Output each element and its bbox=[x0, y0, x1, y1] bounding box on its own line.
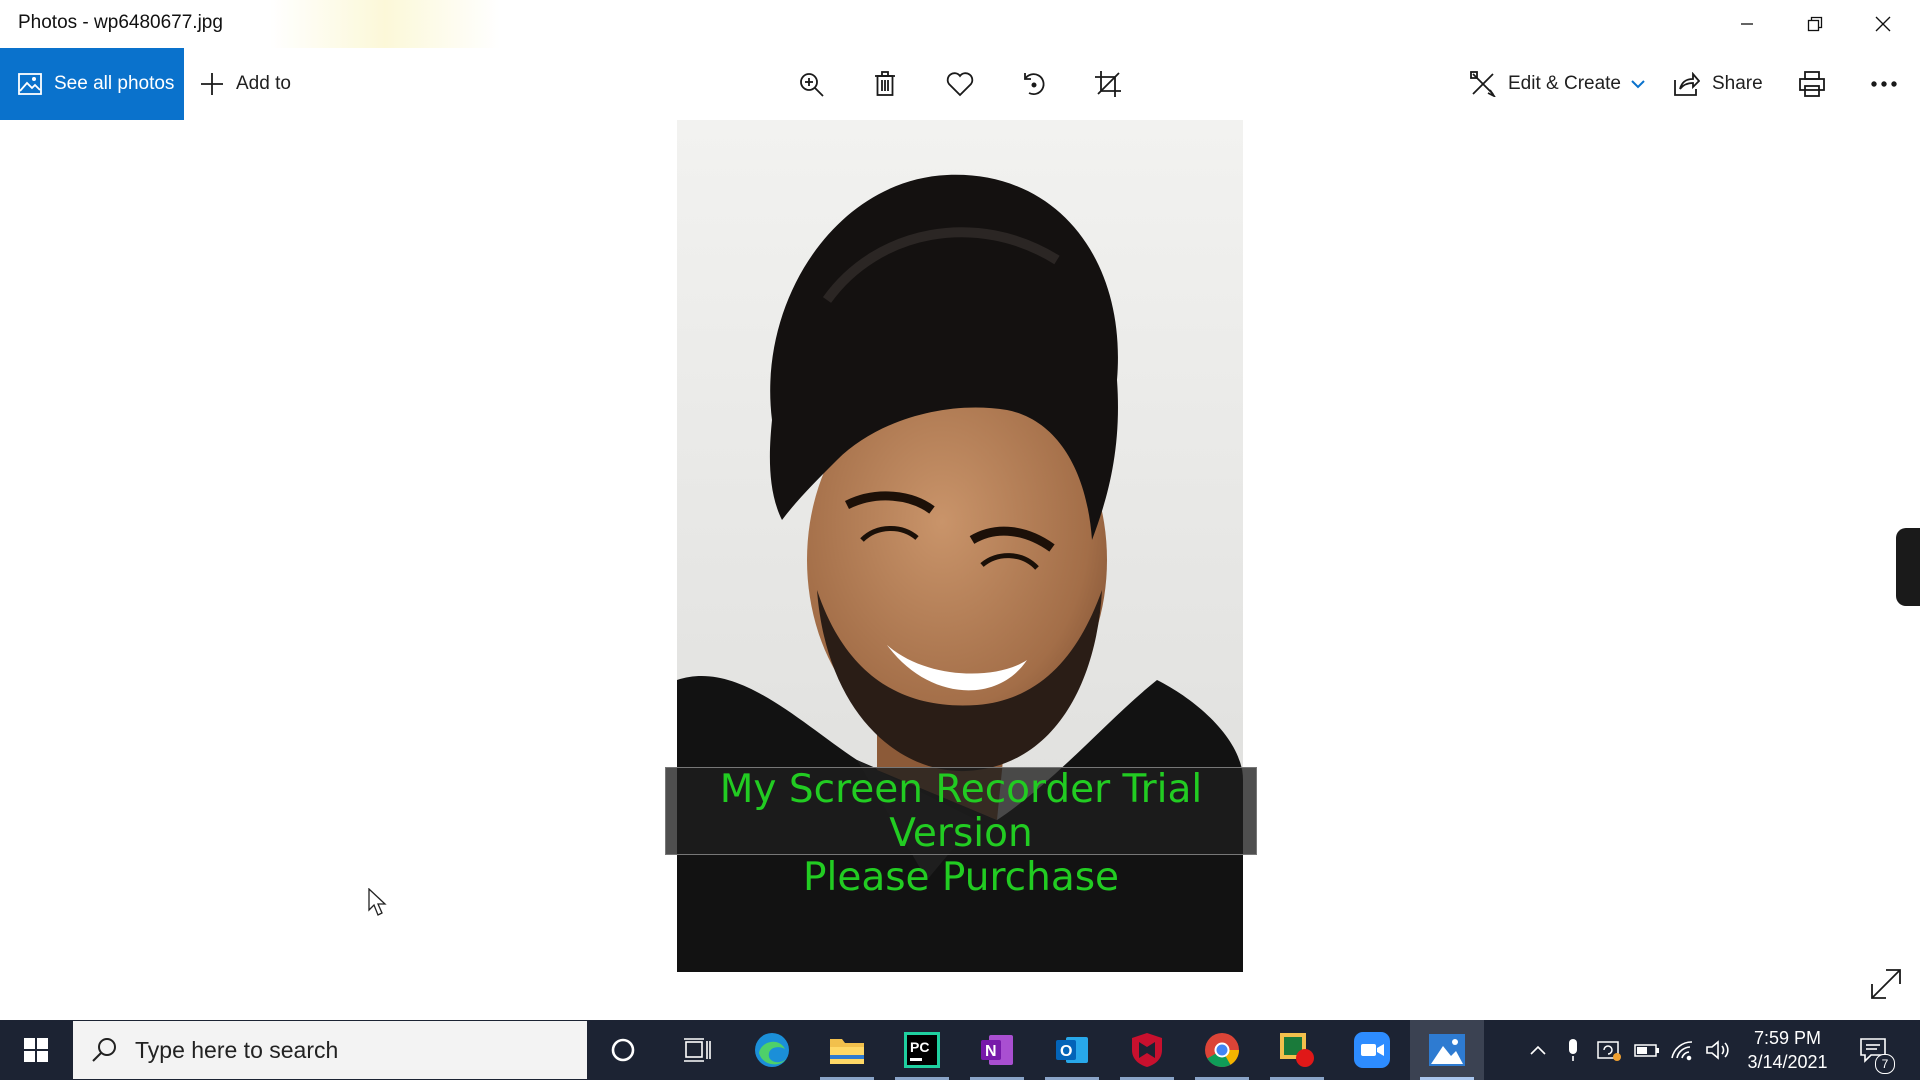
favorite-heart-icon bbox=[946, 72, 974, 97]
sync-status-icon bbox=[1597, 1041, 1621, 1061]
mouse-cursor bbox=[368, 887, 390, 923]
minimize-icon bbox=[1741, 23, 1753, 25]
rotate-icon bbox=[1024, 73, 1045, 96]
trial-watermark: My Screen Recorder Trial Version Please … bbox=[665, 767, 1257, 900]
window-title: Photos - wp6480677.jpg bbox=[18, 12, 223, 33]
taskbar: Type here to search PC N O 7:59 PM 3/14/… bbox=[0, 1020, 1920, 1080]
wifi-icon bbox=[1671, 1041, 1693, 1061]
crop-icon bbox=[1095, 71, 1121, 97]
outlook-app[interactable]: O bbox=[1035, 1020, 1109, 1080]
screen-recorder-icon bbox=[1280, 1033, 1314, 1067]
more-options-icon bbox=[1871, 81, 1897, 87]
pycharm-app[interactable]: PC bbox=[885, 1020, 959, 1080]
see-all-photos-button[interactable]: See all photos bbox=[0, 48, 184, 120]
microphone-icon bbox=[1569, 1039, 1577, 1061]
windows-logo-icon bbox=[24, 1038, 48, 1062]
delete-icon bbox=[875, 71, 895, 96]
network-tray[interactable] bbox=[1666, 1020, 1700, 1080]
close-button[interactable] bbox=[1849, 0, 1917, 48]
onenote-icon-label: N bbox=[985, 1043, 997, 1060]
zoom-icon bbox=[1354, 1032, 1390, 1068]
see-all-photos-label: See all photos bbox=[54, 73, 175, 94]
chevron-down-icon bbox=[1631, 80, 1645, 89]
zoom-button[interactable] bbox=[781, 48, 841, 120]
file-explorer-app[interactable] bbox=[810, 1020, 884, 1080]
pycharm-icon-label: PC bbox=[910, 1039, 929, 1055]
search-placeholder: Type here to search bbox=[135, 1036, 339, 1063]
title-bar: Photos - wp6480677.jpg bbox=[0, 0, 1920, 48]
zoom-app[interactable] bbox=[1335, 1020, 1409, 1080]
start-button[interactable] bbox=[0, 1020, 72, 1080]
crop-button[interactable] bbox=[1078, 48, 1138, 120]
add-to-button[interactable]: Add to bbox=[200, 48, 291, 120]
rotate-button[interactable] bbox=[1004, 48, 1064, 120]
restore-button[interactable] bbox=[1781, 0, 1849, 48]
chrome-icon bbox=[1205, 1033, 1239, 1067]
plus-icon bbox=[201, 73, 223, 95]
battery-tray[interactable] bbox=[1630, 1020, 1664, 1080]
file-explorer-icon bbox=[830, 1039, 864, 1064]
volume-icon bbox=[1706, 1040, 1729, 1060]
clock-time: 7:59 PM bbox=[1753, 1028, 1822, 1048]
chevron-up-icon bbox=[1530, 1045, 1546, 1055]
restore-icon bbox=[1807, 16, 1823, 32]
edit-create-button[interactable]: Edit & Create bbox=[1470, 48, 1645, 120]
edit-create-label: Edit & Create bbox=[1508, 73, 1621, 94]
action-center-button[interactable]: 7 bbox=[1848, 1020, 1898, 1080]
share-button[interactable]: Share bbox=[1674, 48, 1763, 120]
battery-icon bbox=[1634, 1044, 1659, 1057]
close-icon bbox=[1875, 16, 1891, 32]
title-bar-glow bbox=[270, 0, 500, 48]
photos-toolbar: See all photos Add to Edit & Create Shar… bbox=[0, 48, 1920, 120]
print-icon bbox=[1799, 71, 1825, 97]
cortana-icon bbox=[611, 1038, 635, 1062]
share-icon bbox=[1674, 72, 1700, 96]
sync-tray[interactable] bbox=[1592, 1020, 1626, 1080]
edge-icon bbox=[755, 1033, 789, 1067]
share-label: Share bbox=[1712, 73, 1763, 94]
search-icon bbox=[92, 1038, 116, 1062]
show-hidden-icons-button[interactable] bbox=[1522, 1020, 1554, 1080]
photos-icon bbox=[1429, 1034, 1465, 1066]
photos-gallery-icon bbox=[18, 73, 42, 95]
fullscreen-button[interactable] bbox=[1866, 964, 1906, 1004]
delete-button[interactable] bbox=[855, 48, 915, 120]
onenote-app[interactable]: N bbox=[960, 1020, 1034, 1080]
photos-app[interactable] bbox=[1410, 1020, 1484, 1080]
more-options-button[interactable] bbox=[1854, 48, 1914, 120]
chrome-app[interactable] bbox=[1185, 1020, 1259, 1080]
clock-date: 3/14/2021 bbox=[1747, 1052, 1828, 1072]
watermark-line-1: My Screen Recorder Trial Version bbox=[719, 767, 1203, 856]
expand-icon bbox=[1871, 969, 1901, 999]
onenote-icon: N bbox=[981, 1035, 1013, 1065]
zoom-in-icon bbox=[800, 73, 824, 97]
edit-create-icon bbox=[1470, 71, 1496, 97]
outlook-icon: O bbox=[1056, 1037, 1088, 1063]
mcafee-app[interactable] bbox=[1110, 1020, 1184, 1080]
pycharm-icon: PC bbox=[904, 1032, 940, 1068]
mcafee-icon bbox=[1132, 1033, 1162, 1067]
outlook-icon-label: O bbox=[1060, 1043, 1072, 1060]
favorite-button[interactable] bbox=[930, 48, 990, 120]
minimize-button[interactable] bbox=[1713, 0, 1781, 48]
watermark-line-2: Please Purchase bbox=[802, 855, 1120, 900]
taskbar-search-box[interactable]: Type here to search bbox=[73, 1021, 587, 1079]
notification-count-badge: 7 bbox=[1875, 1054, 1895, 1074]
taskbar-clock[interactable]: 7:59 PM 3/14/2021 bbox=[1730, 1026, 1845, 1074]
print-button[interactable] bbox=[1782, 48, 1842, 120]
microphone-tray[interactable] bbox=[1558, 1020, 1588, 1080]
task-view-button[interactable] bbox=[660, 1020, 734, 1080]
task-view-icon bbox=[684, 1038, 711, 1062]
add-to-label: Add to bbox=[236, 73, 291, 94]
screen-recorder-app[interactable] bbox=[1260, 1020, 1334, 1080]
pointer-icon bbox=[368, 887, 387, 916]
edge-app[interactable] bbox=[735, 1020, 809, 1080]
filmstrip-side-tab[interactable] bbox=[1896, 528, 1920, 606]
cortana-button[interactable] bbox=[586, 1020, 660, 1080]
